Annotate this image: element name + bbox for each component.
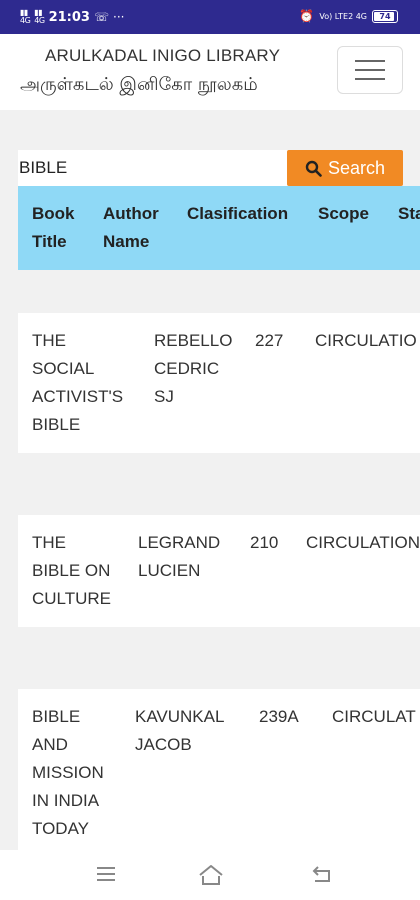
menu-button[interactable] bbox=[337, 46, 403, 94]
classification-cell: 239A bbox=[259, 707, 299, 726]
battery-icon: 74 bbox=[372, 9, 398, 23]
nav-home-icon[interactable] bbox=[197, 862, 225, 888]
status-time: 21:03 bbox=[48, 9, 90, 25]
nav-back-icon[interactable] bbox=[309, 862, 333, 886]
signal-icon: ▮▮ 4G bbox=[20, 8, 31, 25]
table-row[interactable]: THE BIBLE ON CULTURE LEGRAND LUCIEN 210 … bbox=[18, 515, 420, 627]
table-row[interactable]: THE SOCIAL ACTIVIST'S BIBLE REBELLO CEDR… bbox=[18, 313, 420, 453]
nav-menu-icon[interactable] bbox=[95, 862, 117, 886]
author-name-cell: REBELLO CEDRIC SJ bbox=[154, 331, 233, 406]
search-input[interactable] bbox=[18, 150, 288, 186]
author-name-cell: KAVUNKAL JACOB bbox=[135, 707, 225, 754]
signal-icon: ▮▮ 4G bbox=[34, 8, 45, 25]
app-header: ARULKADAL INIGO LIBRARY அருள்கடல் இனிகோ … bbox=[0, 34, 420, 110]
author-name-cell: LEGRAND LUCIEN bbox=[138, 533, 221, 580]
status-bar: ▮▮ 4G ▮▮ 4G 21:03 ☏ ··· ⏰ Vo) LTE2 4G 74 bbox=[0, 0, 420, 34]
column-header-scope: Scope bbox=[318, 204, 370, 223]
classification-cell: 227 bbox=[255, 331, 284, 350]
alarm-icon: ⏰ bbox=[299, 9, 315, 23]
column-header-author-name: Author Name bbox=[103, 204, 159, 251]
search-button-label: Search bbox=[327, 157, 386, 178]
results-table-header: Book Title Author Name Clasification Scope… bbox=[18, 186, 420, 270]
site-title-tamil[interactable]: அருள்கடல் இனிகோ நூலகம் bbox=[20, 74, 258, 97]
scope-cell: CIRCULATIO bbox=[315, 331, 417, 350]
book-title-cell: THE SOCIAL ACTIVIST'S BIBLE bbox=[32, 331, 124, 434]
system-navigation-bar bbox=[0, 850, 420, 900]
search-icon bbox=[305, 160, 322, 177]
column-header-book-title: Book Title bbox=[32, 204, 75, 251]
scope-cell: CIRCULATION bbox=[306, 533, 420, 552]
search-button[interactable]: Search bbox=[287, 150, 403, 186]
more-notifications: ··· bbox=[113, 10, 125, 24]
whatsapp-icon: ☏ bbox=[93, 10, 109, 24]
column-header-status: Sta bbox=[398, 204, 420, 223]
scope-cell: CIRCULAT bbox=[332, 707, 416, 726]
book-title-cell: BIBLE AND MISSION IN INDIA TODAY bbox=[32, 707, 104, 838]
table-row[interactable]: BIBLE AND MISSION IN INDIA TODAY KAVUNKA… bbox=[18, 689, 420, 850]
site-title-english[interactable]: ARULKADAL INIGO LIBRARY bbox=[45, 46, 280, 66]
book-title-cell: THE BIBLE ON CULTURE bbox=[32, 533, 112, 608]
network-labels: Vo) LTE2 4G bbox=[319, 11, 367, 21]
classification-cell: 210 bbox=[250, 533, 279, 552]
column-header-classification: Clasification bbox=[187, 204, 289, 223]
